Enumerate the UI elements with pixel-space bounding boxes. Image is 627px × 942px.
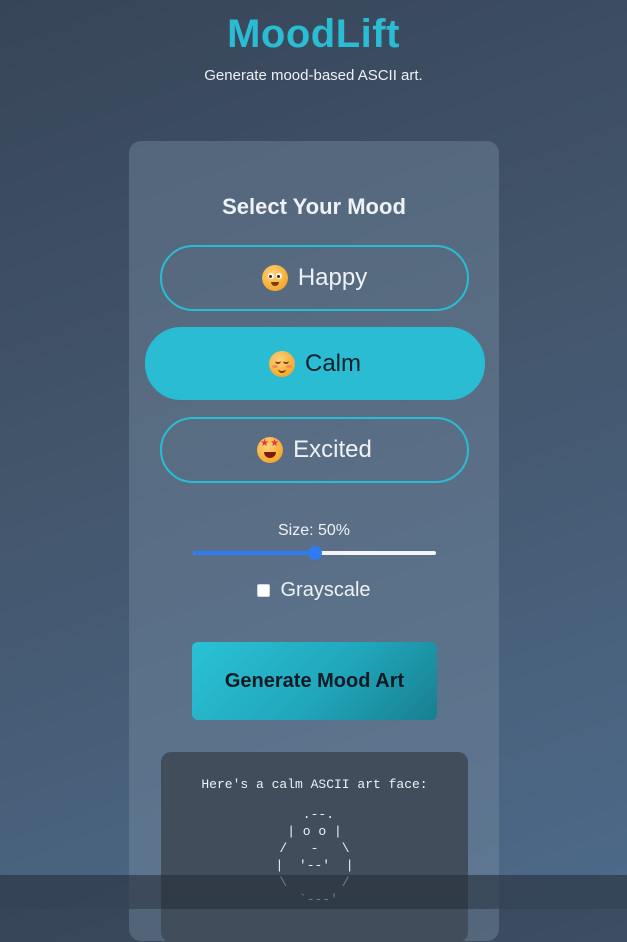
happy-face-emoji-icon (261, 265, 288, 291)
grayscale-label: Grayscale (280, 579, 371, 601)
mood-button-label: Calm (304, 349, 361, 377)
grayscale-option[interactable]: Grayscale (129, 579, 499, 602)
ascii-art-caption: Here's a calm ASCII art face: (201, 777, 428, 792)
mood-section-title: Select Your Mood (222, 194, 406, 219)
mood-button-excited[interactable]: Excited (160, 417, 469, 483)
size-slider[interactable] (193, 544, 436, 562)
mood-button-calm[interactable]: Calm (145, 327, 485, 400)
relieved-face-emoji-icon (268, 350, 295, 377)
slider-thumb[interactable] (307, 546, 322, 560)
star-struck-emoji-icon (257, 437, 284, 463)
bottom-overlay-bar (0, 875, 627, 909)
app-title: MoodLift (227, 12, 400, 56)
app-subtitle: Generate mood-based ASCII art. (204, 67, 423, 84)
generate-mood-art-button[interactable]: Generate Mood Art (192, 642, 437, 720)
grayscale-checkbox[interactable] (257, 584, 271, 597)
mood-button-happy[interactable]: Happy (160, 245, 469, 311)
slider-fill (193, 551, 315, 555)
mood-button-label: Happy (297, 264, 368, 291)
mood-button-label: Excited (293, 436, 372, 463)
size-label: Size: 50% (277, 522, 351, 539)
